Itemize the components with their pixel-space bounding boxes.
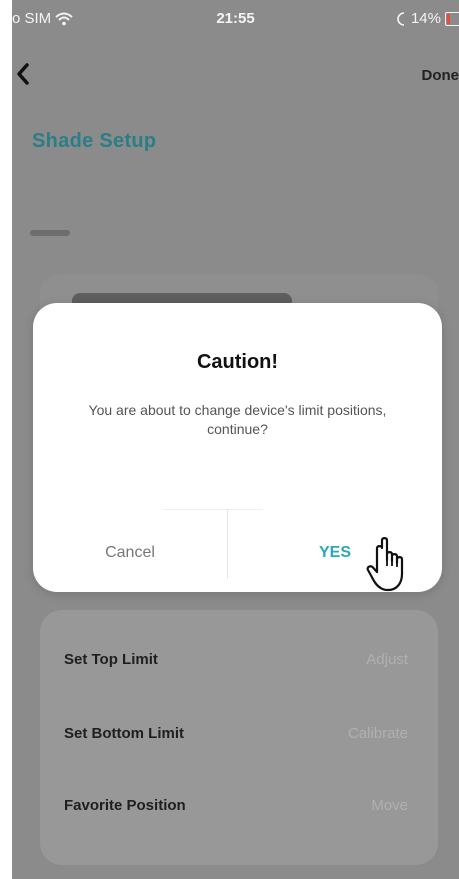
- settings-row-favorite-position[interactable]: Favorite Position Move: [64, 790, 408, 820]
- charging-icon: [397, 11, 405, 26]
- dialog-message: You are about to change device's limit p…: [88, 402, 387, 437]
- setting-label: Set Top Limit: [64, 650, 158, 668]
- setting-value: Adjust: [366, 650, 408, 668]
- setting-label: Set Bottom Limit: [64, 724, 184, 742]
- setting-value: Calibrate: [347, 724, 408, 742]
- phone-frame: o SIM 21:55 14% Done Shade Setup Set Top…: [0, 0, 459, 879]
- section-header-placeholder: [30, 230, 70, 236]
- battery-icon: [445, 11, 459, 26]
- settings-row-top-limit[interactable]: Set Top Limit Adjust: [64, 644, 408, 674]
- setting-label: Favorite Position: [64, 796, 186, 814]
- status-bar: o SIM 21:55 14%: [12, 0, 459, 42]
- setting-value: Move: [371, 796, 408, 814]
- chevron-left-icon[interactable]: [12, 59, 38, 89]
- limits-card: Set Top Limit Adjust Set Bottom Limit Ca…: [40, 610, 438, 865]
- status-time: 21:55: [216, 10, 255, 27]
- caution-dialog: Caution! You are about to change device'…: [33, 303, 442, 592]
- hand-pointer-icon: [366, 537, 404, 592]
- status-right: 14%: [397, 10, 459, 27]
- dialog-divider-horizontal: [163, 509, 263, 510]
- nav-bar: Done: [12, 55, 459, 95]
- done-button[interactable]: Done: [422, 67, 459, 84]
- page-title: Shade Setup: [32, 130, 157, 152]
- battery-percent: 14%: [410, 10, 441, 27]
- settings-row-bottom-limit[interactable]: Set Bottom Limit Calibrate: [64, 718, 408, 748]
- dialog-title: Caution!: [196, 351, 279, 373]
- cancel-button[interactable]: Cancel: [33, 528, 227, 578]
